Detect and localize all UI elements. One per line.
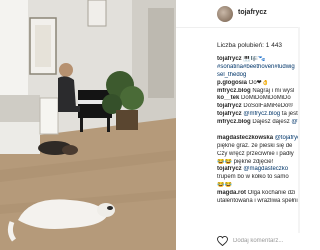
- comment-text: utalentowana i wrażliwa spełniasz jeo: [217, 198, 300, 205]
- comment-text-tail: ta jest: [280, 111, 298, 118]
- comment-list: tojafrycz 🎹🎼🐾 #sonatina#beethoven#ludwig s…: [217, 56, 300, 206]
- comment-username[interactable]: ko__tek: [217, 95, 239, 101]
- comment-username[interactable]: tojafrycz: [217, 103, 242, 109]
- comment-line: ko__tek DoMiDoMiDoMiDo: [217, 95, 300, 103]
- comment-text: Nagraj i mi wyśl: [250, 87, 295, 94]
- comment-line: tojafrycz 🎹🎼🐾: [217, 56, 300, 64]
- comment-line: magda.rot Olga kochanie dzi: [217, 190, 300, 198]
- comment-text: Oo❤👌: [247, 79, 270, 86]
- comment-username[interactable]: mfrycz.blog: [217, 119, 251, 125]
- comment-input[interactable]: [233, 235, 299, 246]
- comment-line: mfrycz.blog Nagraj i mi wyśl: [217, 88, 300, 96]
- avatar[interactable]: [217, 6, 233, 22]
- comment-text: piękne graż. ze pieski się de: [217, 142, 293, 149]
- comment-mention[interactable]: @mfrycz.blog: [243, 111, 280, 117]
- comment-text: trupem bo w kółko to samo: [217, 174, 289, 181]
- comment-line: mfrycz.blog Dajesz dajesz @tojafrycz: [217, 119, 300, 127]
- likes-count[interactable]: Liczba polubień: 1 443: [217, 42, 282, 49]
- post-header: tojafrycz: [176, 0, 300, 28]
- comment-username[interactable]: mfrycz.blog: [217, 88, 251, 94]
- comment-line: #sonatina#beethoven#ludwig: [217, 64, 300, 72]
- comment-username[interactable]: tojafrycz: [217, 111, 242, 117]
- comment-line: trupem bo w kółko to samo: [217, 174, 300, 182]
- comment-line: 😂😂: [217, 182, 300, 190]
- comment-line: tojafrycz DoSolFaMiReDo®: [217, 103, 300, 111]
- comment-mention[interactable]: sel_thedog: [217, 72, 246, 78]
- comment-line: [217, 127, 300, 135]
- comment-text: DoSolFaMiReDo®: [241, 103, 293, 110]
- comment-mention[interactable]: @magdasteczko: [243, 166, 288, 172]
- instagram-post: tojafrycz Liczba polubień: 1 443 tojafry…: [0, 0, 300, 250]
- comment-mention[interactable]: @tojafrycz: [275, 135, 300, 141]
- comment-line: tojafrycz @mfrycz.blog ta jest: [217, 111, 300, 119]
- comment-text: Olga kochanie dzi: [246, 190, 296, 197]
- comments-scrollbar[interactable]: [298, 27, 300, 233]
- comment-footer: [217, 233, 300, 250]
- post-author-username[interactable]: tojafrycz: [238, 9, 267, 16]
- comment-line: p.glogosia Oo❤👌: [217, 80, 300, 88]
- comment-text: DoMiDoMiDoMiDo: [239, 95, 291, 102]
- comment-line: piękne graż. ze pieski się de: [217, 143, 300, 151]
- post-details-panel: tojafrycz Liczba polubień: 1 443 tojafry…: [176, 0, 300, 250]
- photo-illustration: [0, 0, 176, 250]
- comment-username[interactable]: tojafrycz: [217, 166, 242, 172]
- heart-icon[interactable]: [217, 236, 228, 246]
- comment-text: Czy wręcz przeciwnie i padły: [217, 150, 294, 157]
- comment-line: tojafrycz @magdasteczko: [217, 166, 300, 174]
- comment-mention[interactable]: #sonatina#beethoven#ludwig: [217, 64, 295, 70]
- comment-text: 😂😂: [217, 182, 232, 189]
- comment-line: utalentowana i wrażliwa spełniasz jeo: [217, 198, 300, 206]
- post-photo[interactable]: [0, 0, 176, 250]
- comment-line: Czy wręcz przeciwnie i padły: [217, 151, 300, 159]
- comment-username[interactable]: magda.rot: [217, 190, 246, 196]
- comment-username[interactable]: p.glogosia: [217, 80, 247, 86]
- comment-line: sel_thedog: [217, 72, 300, 80]
- comment-line: 😂😂 piękne zdjęcie!: [217, 159, 300, 167]
- comment-line: magdasteczkowska @tojafrycz: [217, 135, 300, 143]
- comment-username[interactable]: magdasteczkowska: [217, 135, 273, 141]
- comment-text: Dajesz dajesz: [250, 119, 292, 126]
- comment-username[interactable]: tojafrycz: [217, 56, 242, 62]
- comment-text: 🎹🎼🐾: [241, 56, 266, 62]
- comment-text: 😂😂 piękne zdjęcie!: [217, 158, 274, 165]
